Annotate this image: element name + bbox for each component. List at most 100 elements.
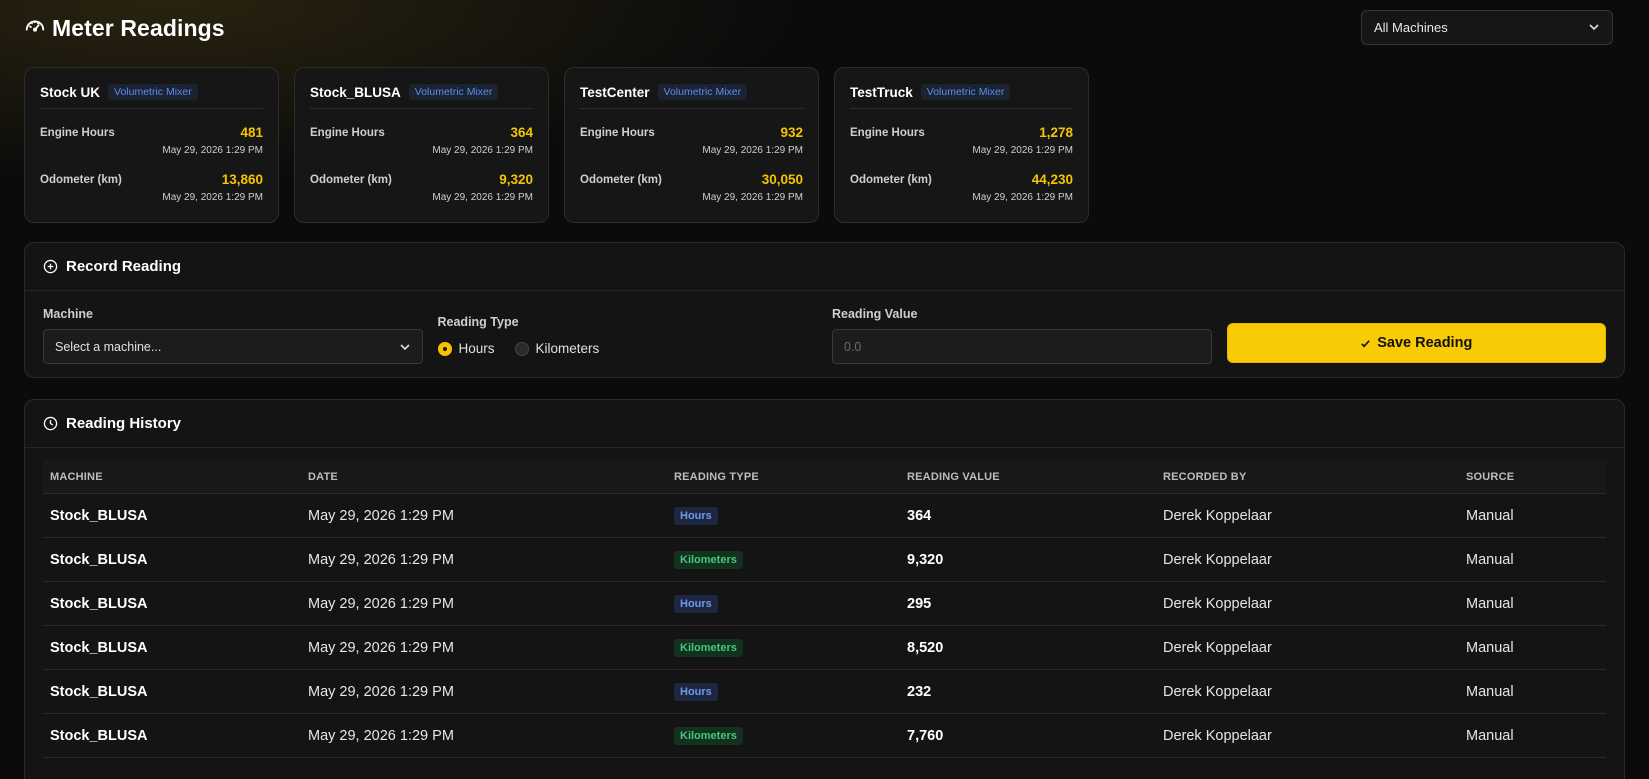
machine-card[interactable]: TestTruck Volumetric Mixer Engine Hours … [834,67,1089,223]
cell-type: Hours [674,594,907,613]
cell-source: Manual [1466,727,1514,744]
type-badge: Hours [674,595,718,613]
cell-recorded-by: Derek Koppelaar [1163,507,1272,524]
radio-hours-dot[interactable] [437,341,452,356]
cell-type: Kilometers [674,638,907,657]
cell-type: Hours [674,682,907,701]
machine-filter-value: All Machines [1374,19,1448,35]
odometer-label: Odometer (km) [40,173,122,186]
cell-type: Hours [674,506,907,525]
type-badge: Hours [674,683,718,701]
table-row[interactable]: Stock_BLUSA May 29, 2026 1:29 PM Kilomet… [43,538,1606,582]
cell-date: May 29, 2026 1:29 PM [308,683,454,700]
cell-machine: Stock_BLUSA [50,727,148,744]
col-reading-type[interactable]: READING TYPE [674,471,907,483]
odometer-value: 9,320 [499,172,533,187]
cell-source: Manual [1466,639,1514,656]
engine-hours-date: May 29, 2026 1:29 PM [702,145,803,156]
odometer-date: May 29, 2026 1:29 PM [432,192,533,203]
table-row[interactable]: Stock_BLUSA May 29, 2026 1:29 PM Kilomet… [43,626,1606,670]
record-reading-form: Machine Select a machine... Reading Type… [25,291,1624,364]
cell-source: Manual [1466,551,1514,568]
machine-name: Stock_BLUSA [310,84,401,100]
col-date[interactable]: DATE [308,471,674,483]
save-reading-button[interactable]: Save Reading [1226,323,1606,363]
machine-name: TestCenter [580,84,650,100]
table-header: MACHINE DATE READING TYPE READING VALUE … [43,460,1606,494]
engine-hours-metric: Engine Hours 1,278 [850,125,1073,140]
chevron-down-icon [399,343,410,350]
reading-type-radios: Hours Kilometers [437,341,818,356]
type-badge: Kilometers [674,639,743,657]
radio-hours[interactable]: Hours [437,341,495,356]
odometer-date: May 29, 2026 1:29 PM [162,192,263,203]
cell-machine: Stock_BLUSA [50,551,148,568]
cell-machine: Stock_BLUSA [50,507,148,524]
col-recorded-by[interactable]: RECORDED BY [1163,471,1466,483]
cell-source: Manual [1466,507,1514,524]
type-badge: Hours [674,507,718,525]
cell-recorded-by: Derek Koppelaar [1163,683,1272,700]
type-badge: Kilometers [674,551,743,569]
chevron-down-icon [1589,24,1599,31]
cell-value: 9,320 [907,551,944,568]
cell-recorded-by: Derek Koppelaar [1163,551,1272,568]
machine-type-badge: Volumetric Mixer [657,84,748,100]
header: Meter Readings All Machines [24,0,1625,56]
reading-value-input[interactable]: 0.0 [832,329,1212,364]
odometer-label: Odometer (km) [580,173,662,186]
odometer-label: Odometer (km) [850,173,932,186]
machine-card[interactable]: Stock_BLUSA Volumetric Mixer Engine Hour… [294,67,549,223]
record-reading-panel: Record Reading Machine Select a machine.… [24,242,1625,378]
card-header: Stock_BLUSA Volumetric Mixer [310,84,533,109]
card-header: TestTruck Volumetric Mixer [850,84,1073,109]
engine-hours-label: Engine Hours [310,126,385,139]
table-row[interactable]: Stock_BLUSA May 29, 2026 1:29 PM Hours 2… [43,670,1606,714]
engine-hours-label: Engine Hours [40,126,115,139]
machine-card[interactable]: Stock UK Volumetric Mixer Engine Hours 4… [24,67,279,223]
save-reading-label: Save Reading [1377,335,1473,351]
radio-kilometers[interactable]: Kilometers [514,341,600,356]
clock-icon [43,416,58,431]
check-icon [1361,339,1370,347]
table-row[interactable]: Stock_BLUSA May 29, 2026 1:29 PM Kilomet… [43,714,1606,758]
table-row[interactable]: Stock_BLUSA May 29, 2026 1:29 PM Hours 3… [43,494,1606,538]
odometer-metric: Odometer (km) 13,860 [40,172,263,187]
cell-value: 295 [907,595,932,612]
reading-value-label: Reading Value [832,307,918,321]
col-source[interactable]: SOURCE [1466,471,1606,483]
reading-value-group: Reading Value 0.0 [832,307,1212,364]
machine-filter-select[interactable]: All Machines [1361,9,1613,45]
cell-machine: Stock_BLUSA [50,595,148,612]
engine-hours-metric: Engine Hours 932 [580,125,803,140]
plus-circle-icon [43,259,58,274]
reading-history-panel: Reading History MACHINE DATE READING TYP… [24,399,1625,779]
reading-type-group: Reading Type Hours Kilometers [437,307,818,356]
radio-kilometers-dot[interactable] [514,341,529,356]
cell-date: May 29, 2026 1:29 PM [308,551,454,568]
engine-hours-metric: Engine Hours 481 [40,125,263,140]
cell-value: 232 [907,683,932,700]
cell-machine: Stock_BLUSA [50,639,148,656]
col-machine[interactable]: MACHINE [50,471,308,483]
machine-name: Stock UK [40,84,101,100]
cell-recorded-by: Derek Koppelaar [1163,639,1272,656]
odometer-metric: Odometer (km) 30,050 [580,172,803,187]
col-reading-value[interactable]: READING VALUE [907,471,1163,483]
reading-value-placeholder: 0.0 [844,339,862,354]
engine-hours-label: Engine Hours [580,126,655,139]
machine-select[interactable]: Select a machine... [43,329,423,364]
reading-history-header: Reading History [25,400,1624,448]
table-row[interactable]: Stock_BLUSA May 29, 2026 1:29 PM Hours 2… [43,582,1606,626]
cell-date: May 29, 2026 1:29 PM [308,727,454,744]
machine-card[interactable]: TestCenter Volumetric Mixer Engine Hours… [564,67,819,223]
machine-name: TestTruck [850,84,913,100]
engine-hours-value: 481 [240,125,263,140]
cell-type: Kilometers [674,726,907,745]
type-badge: Kilometers [674,727,743,745]
odometer-label: Odometer (km) [310,173,392,186]
record-reading-title: Record Reading [66,258,182,275]
radio-kilometers-label: Kilometers [535,341,600,356]
odometer-metric: Odometer (km) 44,230 [850,172,1073,187]
cell-value: 8,520 [907,639,944,656]
